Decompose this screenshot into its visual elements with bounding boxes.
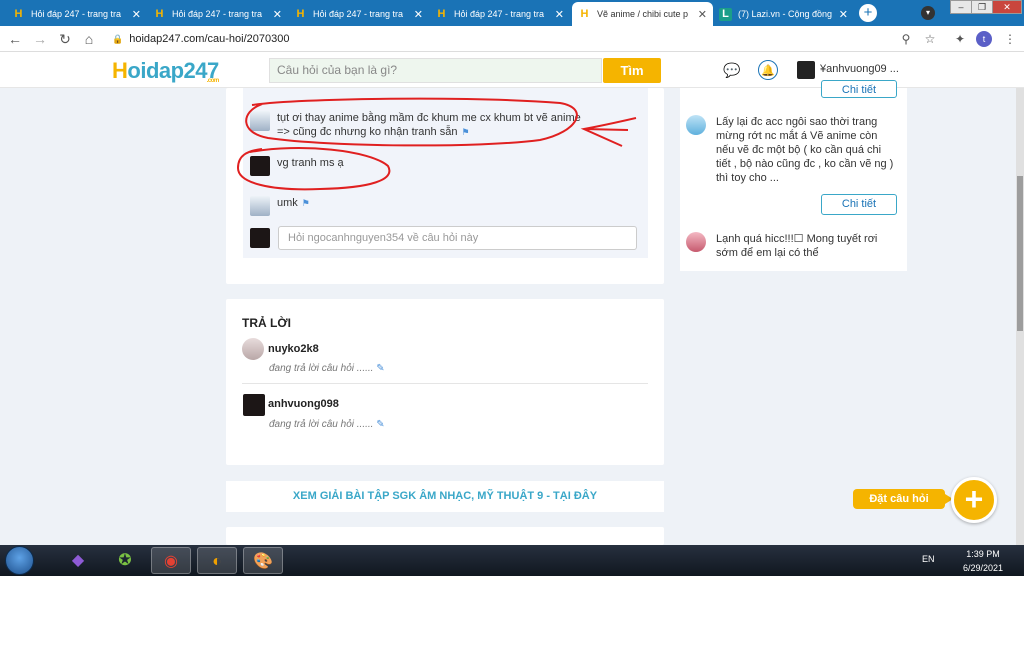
sidebar-item: Lấy lại đc acc ngôi sao thời trang mừng … — [686, 115, 896, 185]
browser-tab[interactable]: H Hỏi đáp 247 - trang tra ✕ — [147, 2, 288, 26]
search-input[interactable]: Câu hỏi của bạn là gì? — [269, 58, 602, 83]
comment-input-row — [250, 228, 277, 248]
browser-tab[interactable]: H Hỏi đáp 247 - trang tra ✕ — [288, 2, 429, 26]
sidebar-avatar[interactable] — [686, 232, 706, 252]
sidebar-avatar[interactable] — [686, 115, 706, 135]
chat-icon[interactable]: 💬 — [722, 60, 742, 80]
user-avatar[interactable] — [797, 61, 815, 79]
report-flag-icon[interactable]: ⚑ — [302, 198, 310, 208]
tab-title: Vẽ anime / chibi cute p — [597, 9, 689, 19]
notification-bell-icon[interactable]: 🔔 — [758, 60, 778, 80]
comment-input[interactable]: Hỏi ngocanhnguyen354 về câu hỏi này — [278, 226, 637, 250]
close-tab-icon[interactable]: ✕ — [273, 8, 282, 21]
maximize-button[interactable]: ❐ — [971, 0, 993, 14]
browser-tab[interactable]: L (7) Lazi.vn - Cộng đồng ✕ — [713, 2, 854, 26]
comment-text: tụt ơi thay anime bằng mầm đc khum me cx… — [277, 112, 581, 124]
close-tab-icon[interactable]: ✕ — [555, 8, 564, 21]
language-indicator[interactable]: EN — [922, 554, 935, 564]
zoom-icon[interactable]: ⚲ — [898, 31, 914, 47]
commenter-avatar[interactable] — [250, 156, 270, 176]
tab-title: (7) Lazi.vn - Cộng đồng — [738, 9, 833, 19]
browser-tab[interactable]: H Hỏi đáp 247 - trang tra ✕ — [429, 2, 570, 26]
url-text: hoidap247.com/cau-hoi/2070300 — [129, 33, 290, 45]
paint-app-icon[interactable]: ◐ — [197, 547, 237, 574]
lazi-favicon-icon: L — [719, 7, 732, 21]
bookmark-star-icon[interactable]: ☆ — [922, 31, 938, 47]
answer-status: đang trả lời câu hỏi ...... ✎ — [269, 363, 385, 374]
profile-avatar[interactable]: t — [976, 31, 992, 47]
answerer-avatar[interactable] — [243, 394, 265, 416]
answerer-name[interactable]: anhvuong098 — [268, 398, 339, 410]
commenter-avatar[interactable] — [250, 196, 270, 216]
close-tab-icon[interactable]: ✕ — [698, 8, 707, 21]
chrome-more-icon[interactable]: ⋮ — [1002, 31, 1018, 47]
tab-title: Hỏi đáp 247 - trang tra — [313, 9, 404, 19]
new-tab-button[interactable]: + — [859, 4, 877, 22]
browser-tab-strip: H Hỏi đáp 247 - trang tra ✕ H Hỏi đáp 24… — [0, 0, 1024, 26]
close-window-button[interactable]: ✕ — [992, 0, 1022, 14]
hoidap-favicon-icon: H — [155, 7, 164, 20]
scrollbar-thumb[interactable] — [1017, 176, 1023, 331]
answers-title: TRẢ LỜI — [242, 316, 291, 330]
answers-card — [226, 299, 664, 465]
answer-status: đang trả lời câu hỏi ...... ✎ — [269, 419, 385, 430]
comment-item: vg tranh ms ạ — [250, 156, 344, 176]
detail-button[interactable]: Chi tiết — [821, 80, 897, 98]
browser-tab-active[interactable]: H Vẽ anime / chibi cute p ✕ — [572, 2, 713, 26]
pencil-icon: ✎ — [376, 419, 385, 430]
current-user-avatar — [250, 228, 270, 248]
sidebar-text: Lạnh quá hicc!!!☐ Mong tuyết rơi sớm để … — [716, 233, 878, 259]
answerer-name[interactable]: nuyko2k8 — [268, 343, 319, 355]
tab-title: Hỏi đáp 247 - trang tra — [172, 9, 263, 19]
coreldraw-icon[interactable]: ✪ — [105, 547, 145, 574]
comment-item: tụt ơi thay anime bằng mầm đc khum me cx… — [250, 111, 581, 139]
sgk-solutions-link[interactable]: XEM GIẢI BÀI TẬP SGK ÂM NHẠC, MỸ THUẬT 9… — [226, 481, 664, 512]
chrome-icon[interactable]: ◉ — [151, 547, 191, 574]
answerer-avatar[interactable] — [242, 338, 264, 360]
report-flag-icon[interactable]: ⚑ — [461, 127, 469, 137]
comment-text: umk — [277, 197, 298, 209]
ask-question-label[interactable]: Đặt câu hỏi — [853, 489, 953, 509]
minimize-button[interactable]: – — [950, 0, 972, 14]
comment-text: vg tranh ms ạ — [277, 157, 344, 169]
visual-studio-icon[interactable]: ◆ — [58, 547, 98, 574]
ask-question-plus-icon[interactable]: + — [951, 477, 997, 523]
hoidap-favicon-icon: H — [437, 7, 446, 20]
address-bar[interactable]: 🔒 hoidap247.com/cau-hoi/2070300 — [112, 30, 872, 48]
start-button[interactable] — [5, 546, 34, 575]
hoidap-logo[interactable]: Hoidap247 .com — [112, 58, 219, 84]
lock-icon: 🔒 — [112, 34, 124, 44]
tab-title: Hỏi đáp 247 - trang tra — [31, 9, 122, 19]
paint-palette-icon[interactable]: 🎨 — [243, 547, 283, 574]
close-tab-icon[interactable]: ✕ — [414, 8, 423, 21]
forward-icon[interactable]: → — [31, 30, 49, 48]
hoidap-favicon-icon: H — [296, 7, 305, 20]
sidebar-item: Lạnh quá hicc!!!☐ Mong tuyết rơi sớm để … — [686, 232, 896, 268]
pencil-icon: ✎ — [376, 363, 385, 374]
comment-text: => cũng đc nhưng ko nhận tranh sẵn — [277, 126, 458, 138]
commenter-avatar[interactable] — [250, 111, 270, 131]
extensions-icon[interactable]: ✦ — [952, 31, 968, 47]
detail-button[interactable]: Chi tiết — [821, 194, 897, 215]
username[interactable]: ¥anhvuong09 ... — [820, 63, 899, 75]
comment-item: umk ⚑ — [250, 196, 310, 216]
blank-area — [0, 576, 1024, 661]
browser-toolbar: ← → ↻ ⌂ 🔒 hoidap247.com/cau-hoi/2070300 ⚲… — [0, 26, 1024, 52]
search-button[interactable]: Tìm — [603, 58, 661, 83]
hoidap-favicon-icon: H — [580, 7, 589, 20]
back-icon[interactable]: ← — [6, 30, 24, 48]
reload-icon[interactable]: ↻ — [56, 30, 74, 48]
tab-title: Hỏi đáp 247 - trang tra — [454, 9, 545, 19]
divider — [242, 383, 648, 384]
chrome-menu-icon[interactable]: ▾ — [921, 6, 935, 20]
sidebar-text: Lấy lại đc acc ngôi sao thời trang mừng … — [716, 116, 894, 184]
windows-taskbar: ◆ ✪ ◉ ◐ 🎨 EN 1:39 PM 6/29/2021 — [0, 545, 1024, 576]
browser-tab[interactable]: H Hỏi đáp 247 - trang tra ✕ — [6, 2, 147, 26]
home-icon[interactable]: ⌂ — [80, 30, 98, 48]
close-tab-icon[interactable]: ✕ — [839, 8, 848, 21]
next-card — [226, 527, 664, 545]
close-tab-icon[interactable]: ✕ — [132, 8, 141, 21]
hoidap-favicon-icon: H — [14, 7, 23, 20]
system-clock[interactable]: 1:39 PM 6/29/2021 — [958, 548, 1008, 574]
